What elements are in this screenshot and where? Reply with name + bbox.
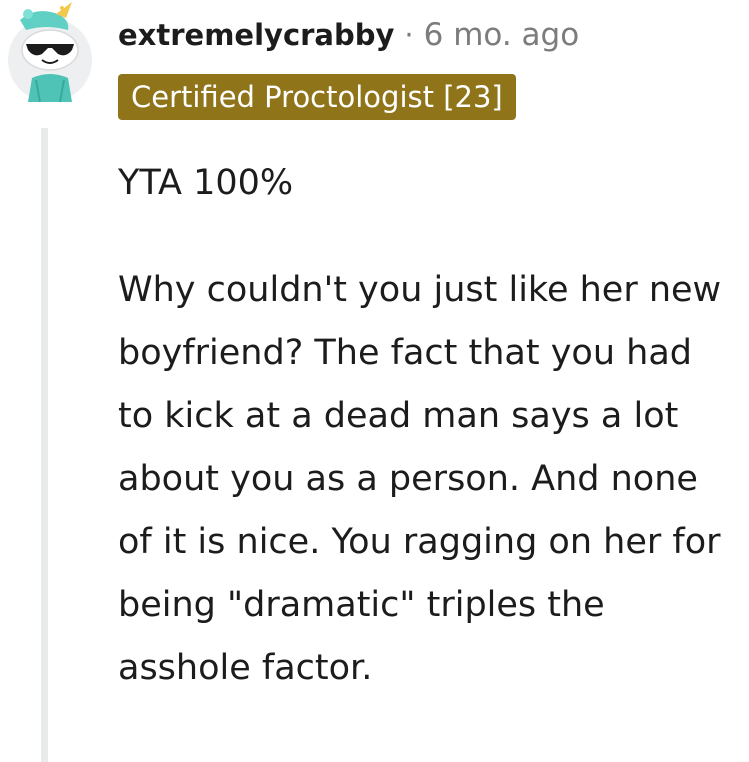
comment-timestamp[interactable]: 6 mo. ago bbox=[424, 17, 580, 53]
thread-collapse-line[interactable] bbox=[41, 128, 48, 762]
user-flair-badge: Certified Proctologist [23] bbox=[118, 74, 516, 120]
author-username[interactable]: extremelycrabby bbox=[118, 18, 394, 52]
comment-header: extremelycrabby · 6 mo. ago bbox=[118, 14, 579, 56]
comment-paragraph: YTA 100% bbox=[118, 163, 294, 203]
user-avatar-icon[interactable] bbox=[6, 0, 96, 104]
meta-separator: · bbox=[404, 18, 414, 52]
comment-paragraph: Why couldn't you just like her new boyfr… bbox=[118, 270, 722, 688]
comment-body: YTA 100% Why couldn't you just like her … bbox=[118, 152, 738, 700]
